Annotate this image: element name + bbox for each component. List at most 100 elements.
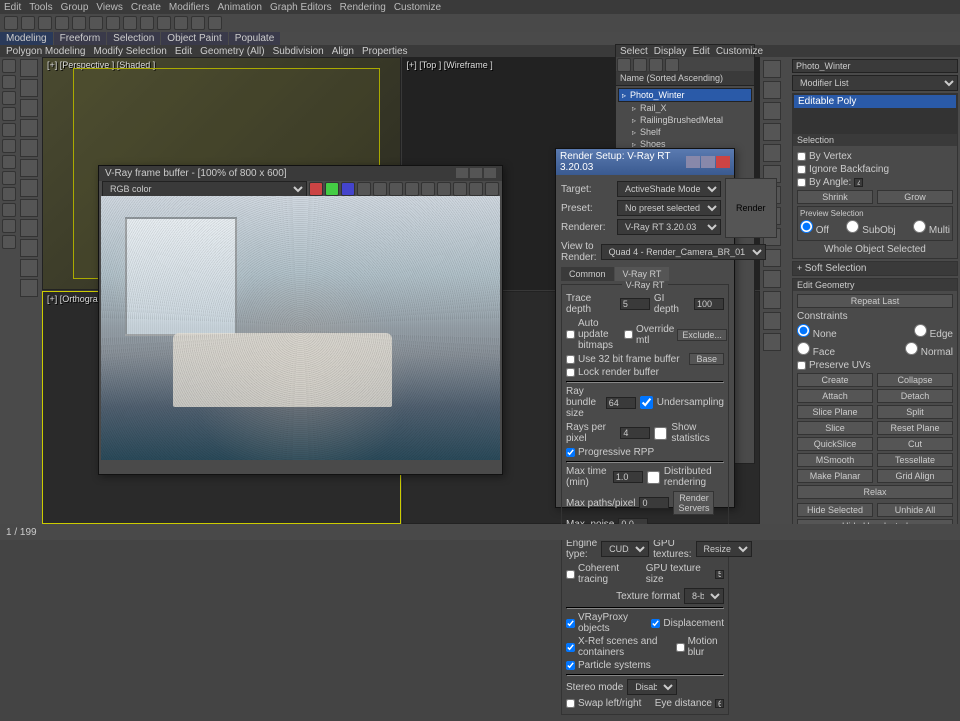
trace-depth-spinner[interactable] (620, 298, 650, 310)
rollout-header[interactable]: + Soft Selection (793, 262, 957, 275)
tab-vray-rt[interactable]: V-Ray RT (615, 267, 670, 281)
override-mtl-check[interactable] (624, 330, 633, 339)
split-button[interactable]: Split (877, 405, 953, 419)
se-menu-item[interactable]: Edit (693, 46, 710, 57)
base-button[interactable]: Base (689, 353, 724, 365)
stack-icon[interactable] (763, 60, 781, 78)
vfb-tool-icon[interactable] (437, 182, 451, 196)
vfb-red-icon[interactable] (309, 182, 323, 196)
by-angle-spinner[interactable] (854, 178, 863, 187)
vfb-tool-icon[interactable] (389, 182, 403, 196)
stack-icon[interactable] (763, 102, 781, 120)
ribbon-tab[interactable]: Freeform (54, 32, 107, 45)
detach-button[interactable]: Detach (877, 389, 953, 403)
ribbon-cmd[interactable]: Geometry (All) (200, 46, 264, 57)
viewport-label[interactable]: [+] [Top ] [Wireframe ] (407, 60, 493, 70)
minimize-icon[interactable] (686, 156, 700, 168)
shrink-button[interactable]: Shrink (797, 190, 873, 204)
menu-item[interactable]: Edit (4, 2, 21, 13)
stack-icon[interactable] (763, 291, 781, 309)
ribbon-tab[interactable]: Selection (107, 32, 160, 45)
rays-px-spinner[interactable] (620, 427, 650, 439)
tool-icon[interactable] (20, 119, 38, 137)
redo-icon[interactable] (21, 16, 35, 30)
tool-icon[interactable] (2, 203, 16, 217)
show-stats-check[interactable] (654, 427, 667, 440)
select-icon[interactable] (55, 16, 69, 30)
preview-off-radio[interactable] (800, 220, 813, 233)
collapse-button[interactable]: Collapse (877, 373, 953, 387)
dist-render-check[interactable] (647, 471, 660, 484)
displacement-check[interactable] (651, 619, 660, 628)
create-button[interactable]: Create (797, 373, 873, 387)
main-menubar[interactable]: Edit Tools Group Views Create Modifiers … (0, 0, 960, 14)
progressive-rpp-check[interactable] (566, 448, 575, 457)
vfb-tool-icon[interactable] (421, 182, 435, 196)
vfb-titlebar[interactable]: V-Ray frame buffer - [100% of 800 x 600] (99, 166, 502, 181)
render-icon[interactable] (208, 16, 222, 30)
hide-selected-button[interactable]: Hide Selected (797, 503, 873, 517)
vfb-tool-icon[interactable] (469, 182, 483, 196)
ribbon-tab[interactable]: Object Paint (161, 32, 227, 45)
angle-snap-icon[interactable] (140, 16, 154, 30)
motion-blur-check[interactable] (676, 643, 685, 652)
tool-icon[interactable] (2, 155, 16, 169)
cut-button[interactable]: Cut (877, 437, 953, 451)
unhide-all-button[interactable]: Unhide All (877, 503, 953, 517)
move-icon[interactable] (72, 16, 86, 30)
preserve-uvs-check[interactable] (797, 361, 806, 370)
auto-update-check[interactable] (566, 330, 575, 339)
viewport-label[interactable]: [+] [Perspective ] [Shaded ] (47, 60, 155, 70)
stack-icon[interactable] (763, 312, 781, 330)
tool-icon[interactable] (20, 199, 38, 217)
scale-icon[interactable] (106, 16, 120, 30)
undo-icon[interactable] (4, 16, 18, 30)
stack-item[interactable]: Editable Poly (794, 95, 956, 108)
lock-rb-check[interactable] (566, 368, 575, 377)
by-vertex-check[interactable] (797, 152, 806, 161)
tool-icon[interactable] (20, 239, 38, 257)
stack-icon[interactable] (763, 333, 781, 351)
maximize-icon[interactable] (701, 156, 715, 168)
tessellate-button[interactable]: Tessellate (877, 453, 953, 467)
list-item[interactable]: RailingBrushedMetal (618, 114, 752, 126)
list-item[interactable]: Photo_Winter (618, 88, 752, 102)
preview-subobj-radio[interactable] (846, 220, 859, 233)
constraint-face-radio[interactable] (797, 342, 810, 355)
vfb-tool-icon[interactable] (357, 182, 371, 196)
tex-format-dropdown[interactable]: 8-bit (684, 588, 724, 604)
rollout-header[interactable]: Edit Geometry (793, 279, 957, 291)
max-time-spinner[interactable] (613, 471, 643, 483)
render-setup-titlebar[interactable]: Render Setup: V-Ray RT 3.20.03 (556, 149, 734, 175)
slice-plane-button[interactable]: Slice Plane (797, 405, 873, 419)
ribbon-cmd[interactable]: Align (332, 46, 354, 57)
tool-icon[interactable] (2, 75, 16, 89)
max-paths-spinner[interactable] (639, 497, 669, 509)
ribbon-cmd[interactable]: Properties (362, 46, 408, 57)
preview-multi-radio[interactable] (913, 220, 926, 233)
se-tool-icon[interactable] (617, 58, 631, 72)
32bit-check[interactable] (566, 355, 575, 364)
swap-lr-check[interactable] (566, 699, 575, 708)
gpu-size-spinner[interactable] (715, 570, 724, 579)
se-tool-icon[interactable] (665, 58, 679, 72)
tool-icon[interactable] (20, 99, 38, 117)
list-item[interactable]: Rail_X (618, 102, 752, 114)
se-menu-item[interactable]: Display (654, 46, 687, 57)
close-icon[interactable] (716, 156, 730, 168)
grow-button[interactable]: Grow (877, 190, 953, 204)
ignore-backfacing-check[interactable] (797, 165, 806, 174)
scene-explorer-header[interactable]: Name (Sorted Ascending) (616, 71, 754, 86)
ribbon-tab-modeling[interactable]: Modeling (0, 32, 53, 45)
menu-item[interactable]: Views (96, 2, 123, 13)
tool-icon[interactable] (2, 187, 16, 201)
stack-icon[interactable] (763, 81, 781, 99)
make-planar-button[interactable]: Make Planar (797, 469, 873, 483)
by-angle-check[interactable] (797, 178, 806, 187)
engine-dropdown[interactable]: CUDA (601, 541, 649, 557)
ribbon-cmd[interactable]: Edit (175, 46, 192, 57)
target-dropdown[interactable]: ActiveShade Mode (617, 181, 721, 197)
stack-icon[interactable] (763, 144, 781, 162)
close-icon[interactable] (484, 168, 496, 178)
stack-icon[interactable] (763, 123, 781, 141)
